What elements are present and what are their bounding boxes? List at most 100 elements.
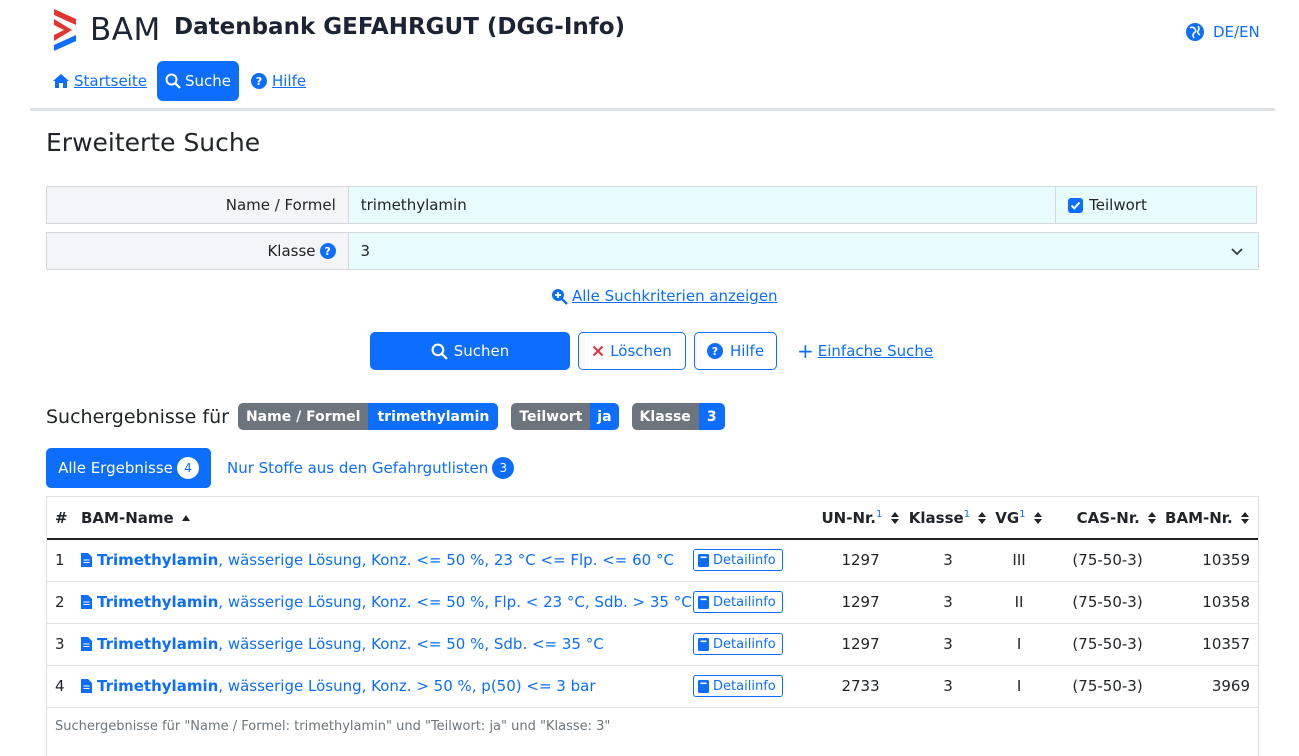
- zoom-plus-icon: [552, 288, 568, 305]
- globe-icon: [1186, 23, 1204, 41]
- un-number: 1297: [813, 623, 909, 666]
- show-all-criteria-link[interactable]: Alle Suchkriterien anzeigen: [551, 287, 778, 305]
- tab-hazard-lists[interactable]: Nur Stoffe aus den Gefahrgutlisten 3: [227, 448, 515, 488]
- main-nav: Startseite Suche ? Hilfe: [52, 61, 312, 101]
- sort-icon: [1033, 512, 1042, 524]
- sort-asc-icon: [181, 515, 190, 521]
- substance-name-bold: Trimethylamin: [97, 551, 219, 570]
- partial-word-checkbox[interactable]: Teilwort: [1055, 187, 1256, 223]
- class-help-icon[interactable]: ?: [319, 243, 336, 259]
- col-packing-group[interactable]: VG1: [988, 497, 1051, 540]
- nav-search[interactable]: Suche: [156, 61, 239, 101]
- detailinfo-button[interactable]: Detailinfo: [693, 633, 783, 655]
- sort-icon: [1241, 512, 1249, 524]
- nav-help-label: Hilfe: [271, 72, 307, 90]
- brand-text: BAM: [90, 12, 161, 48]
- table-row: 4 Trimethylamin, wässerige Lösung, Konz.…: [47, 665, 1258, 708]
- col-un-number[interactable]: UN-Nr.1: [813, 497, 909, 540]
- chip-value: trimethylamin: [368, 403, 499, 430]
- row-number: 1: [47, 539, 75, 582]
- class-value: 3: [908, 581, 989, 624]
- document-icon: [81, 637, 92, 651]
- document-icon: [81, 679, 92, 693]
- language-label: DE/EN: [1213, 23, 1260, 41]
- substance-link[interactable]: Trimethylamin, wässerige Lösung, Konz. <…: [75, 539, 694, 582]
- search-button[interactable]: Suchen: [370, 332, 570, 370]
- simple-search-link[interactable]: + Einfache Suche: [797, 332, 933, 370]
- detailinfo-button[interactable]: Detailinfo: [693, 675, 783, 697]
- checkbox-checked-icon: [1068, 197, 1084, 213]
- filter-chip-partial: Teilwort ja: [511, 403, 619, 430]
- substance-name-rest: , wässerige Lösung, Konz. <= 50 %, Flp. …: [218, 593, 692, 611]
- show-all-criteria-label: Alle Suchkriterien anzeigen: [572, 287, 778, 305]
- class-select[interactable]: 3: [348, 233, 1258, 269]
- tab-all-results[interactable]: Alle Ergebnisse 4: [46, 448, 211, 488]
- brand[interactable]: BAM: [52, 9, 161, 51]
- class-value: 3: [908, 665, 989, 708]
- name-formula-input[interactable]: trimethylamin: [348, 187, 1056, 223]
- footnote-marker: 1: [1019, 508, 1026, 520]
- col-bam-name-label: BAM-Name: [81, 508, 174, 527]
- results-heading: Suchergebnisse für Name / Formel trimeth…: [46, 403, 725, 430]
- packing-group: III: [988, 539, 1051, 582]
- home-icon: [53, 74, 69, 88]
- plus-icon: +: [797, 339, 814, 363]
- col-detail: [693, 497, 814, 540]
- class-row: Klasse ? 3: [46, 232, 1259, 270]
- chevron-down-icon: [1231, 248, 1243, 256]
- row-number: 4: [47, 665, 75, 708]
- col-cas-label: CAS-Nr.: [1076, 508, 1140, 527]
- packing-group: I: [988, 665, 1051, 708]
- packing-group: II: [988, 581, 1051, 624]
- chip-key: Teilwort: [511, 403, 591, 430]
- col-class-label: Klasse: [908, 508, 964, 527]
- nav-home[interactable]: Startseite: [52, 61, 153, 101]
- substance-link[interactable]: Trimethylamin, wässerige Lösung, Konz. <…: [75, 581, 694, 624]
- cas-number: (75-50-3): [1050, 581, 1166, 624]
- row-number: 2: [47, 581, 75, 624]
- count-badge: 4: [176, 457, 199, 479]
- clear-button[interactable]: Löschen: [578, 332, 686, 370]
- detailinfo-button[interactable]: Detailinfo: [693, 549, 783, 572]
- chip-value: ja: [590, 403, 619, 430]
- row-number: 3: [47, 623, 75, 666]
- detailinfo-button[interactable]: Detailinfo: [693, 591, 783, 613]
- un-number: 1297: [813, 539, 909, 582]
- language-switch[interactable]: DE/EN: [1185, 22, 1260, 42]
- cas-number: (75-50-3): [1050, 665, 1166, 708]
- class-label-cell: Klasse ?: [47, 233, 349, 269]
- help-icon: ?: [706, 343, 723, 359]
- partial-word-label: Teilwort: [1089, 196, 1147, 214]
- col-cas-number[interactable]: CAS-Nr.: [1050, 497, 1166, 540]
- substance-name-rest: , wässerige Lösung, Konz. > 50 %, p(50) …: [218, 677, 596, 695]
- help-button-label: Hilfe: [729, 342, 765, 360]
- bam-logo-icon: [54, 9, 76, 51]
- simple-search-label: Einfache Suche: [817, 342, 934, 360]
- search-button-label: Suchen: [453, 342, 510, 360]
- sort-icon: [890, 512, 899, 524]
- document-icon: [81, 553, 92, 568]
- nav-help[interactable]: ? Hilfe: [245, 61, 312, 101]
- close-icon: [592, 345, 604, 357]
- book-icon: [698, 595, 710, 609]
- help-icon: ?: [250, 73, 267, 89]
- sort-icon: [1148, 512, 1157, 524]
- class-select-value: 3: [360, 242, 371, 260]
- col-bam-name[interactable]: BAM-Name: [75, 497, 694, 540]
- book-icon: [698, 679, 710, 693]
- nav-home-label: Startseite: [74, 72, 147, 90]
- book-icon: [698, 553, 710, 567]
- col-vg-label: VG: [995, 508, 1020, 527]
- bam-number: 3969: [1165, 665, 1258, 708]
- substance-link[interactable]: Trimethylamin, wässerige Lösung, Konz. <…: [75, 623, 694, 666]
- col-class[interactable]: Klasse1: [908, 497, 989, 540]
- filter-chip-class: Klasse 3: [631, 403, 725, 430]
- class-label: Klasse: [267, 242, 316, 260]
- class-value: 3: [908, 623, 989, 666]
- help-button[interactable]: ? Hilfe: [694, 332, 777, 370]
- substance-link[interactable]: Trimethylamin, wässerige Lösung, Konz. >…: [75, 665, 694, 708]
- substance-name-bold: Trimethylamin: [97, 635, 219, 653]
- col-bam-number[interactable]: BAM-Nr.: [1165, 497, 1258, 540]
- book-icon: [698, 637, 710, 651]
- bam-number: 10358: [1165, 581, 1258, 624]
